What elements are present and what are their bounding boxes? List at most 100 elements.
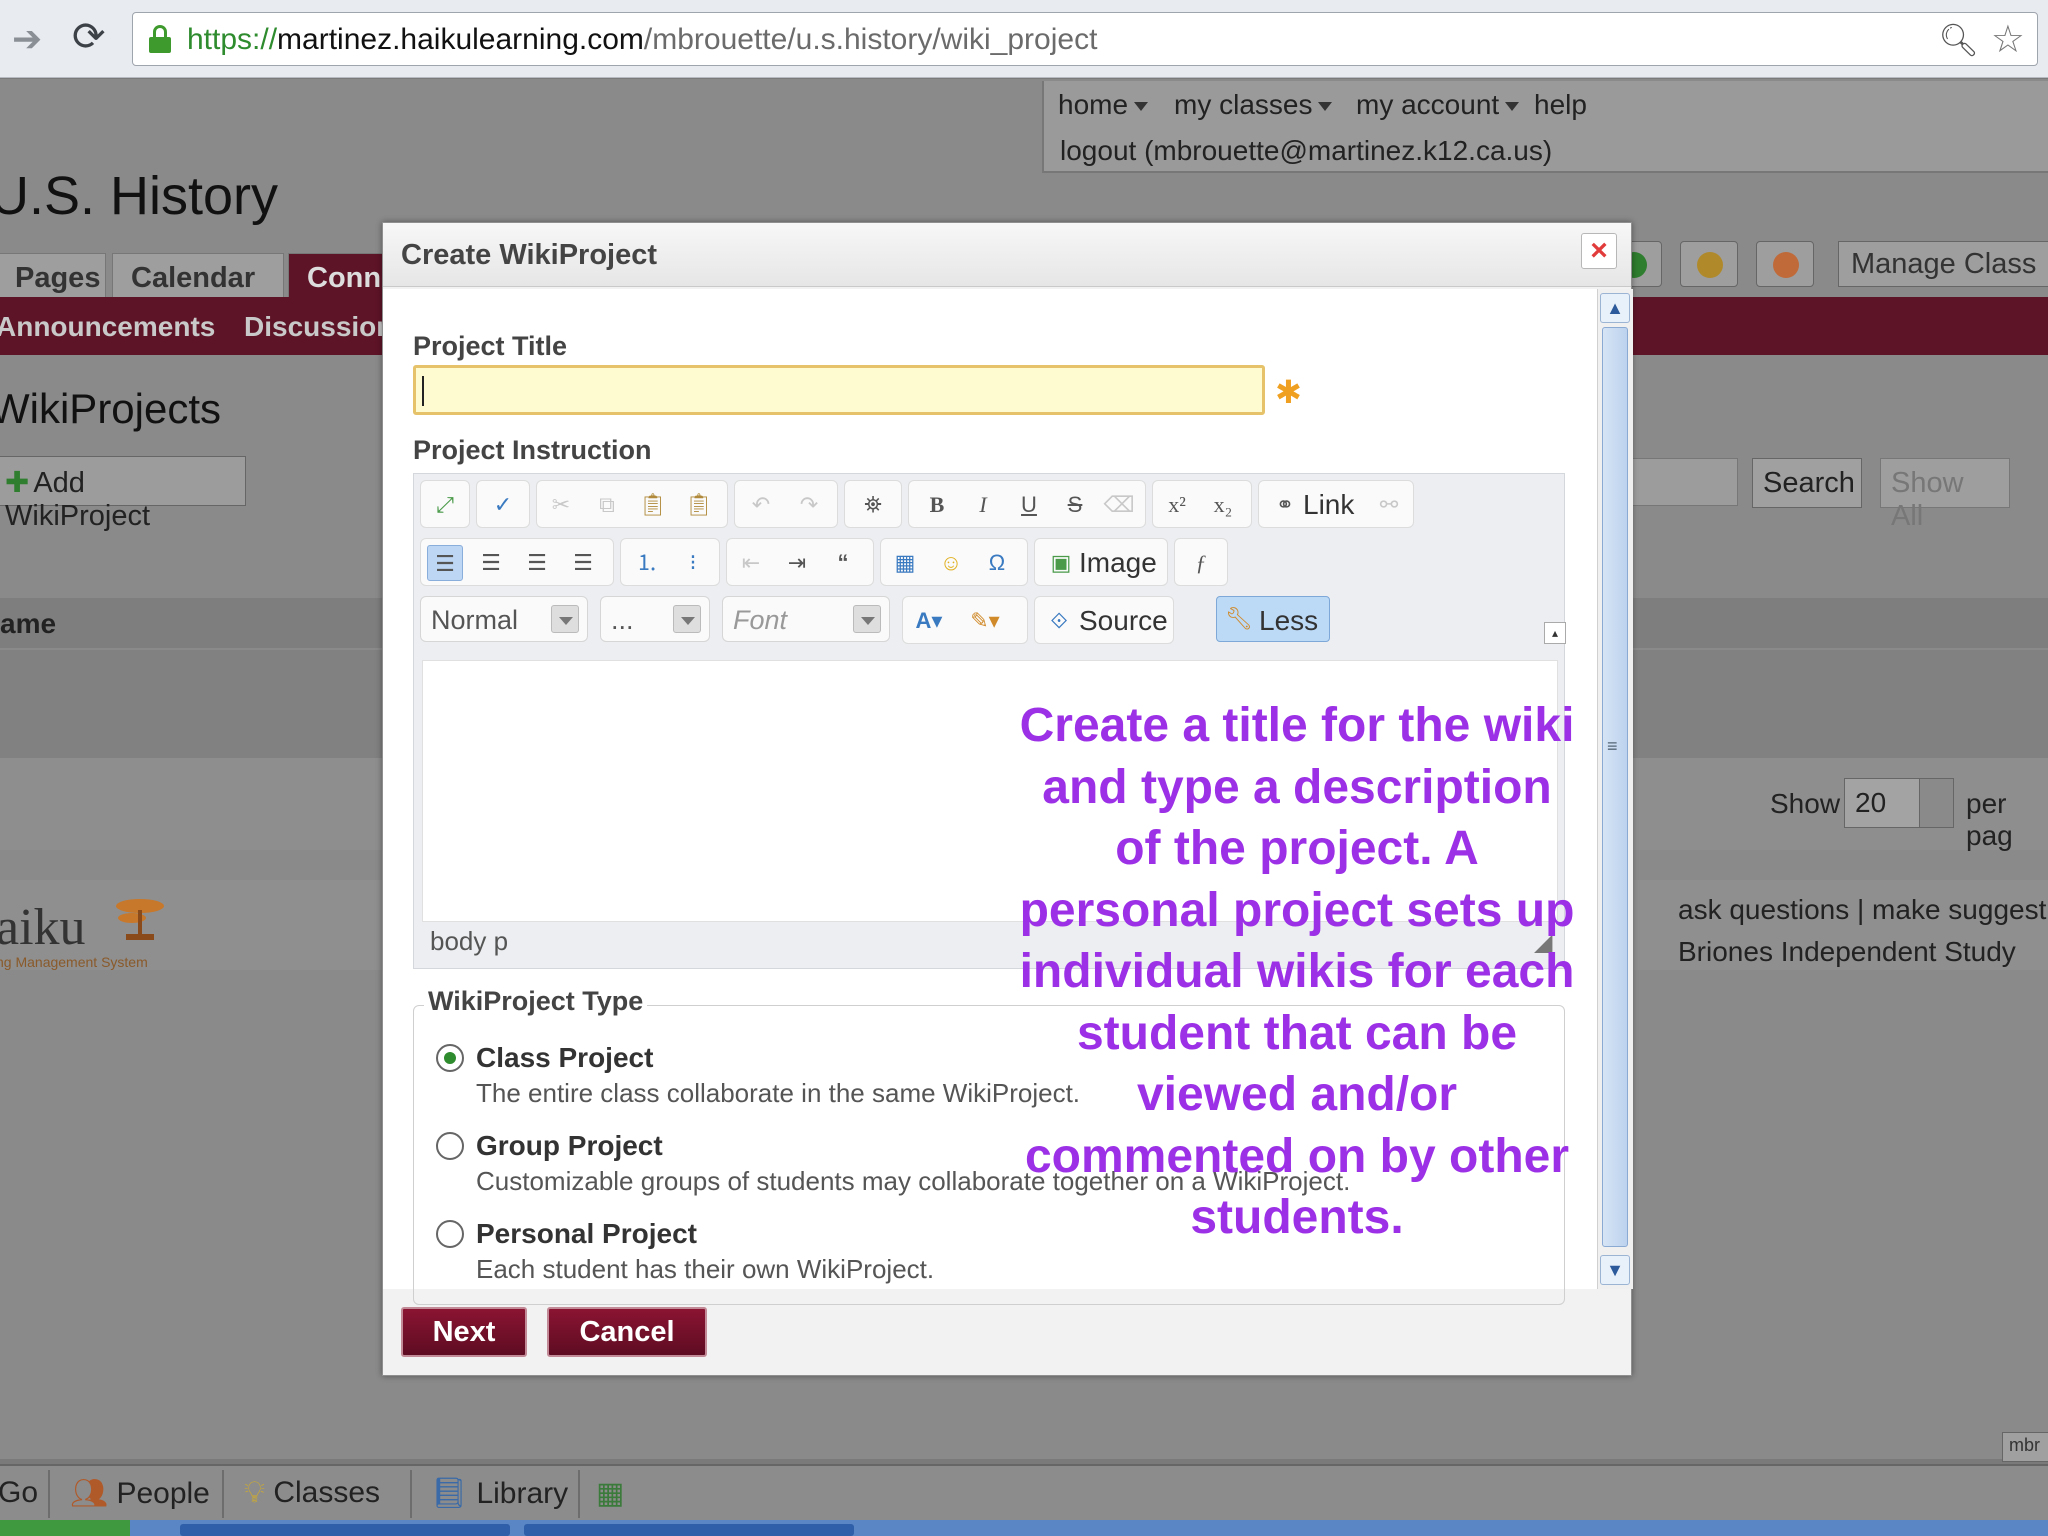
group-project-radio[interactable] xyxy=(436,1132,464,1160)
bottom-go[interactable]: Go xyxy=(0,1476,38,1510)
link-button[interactable]: Link xyxy=(1303,489,1354,521)
bg-show-all-button[interactable]: Show All xyxy=(1880,458,2010,532)
bottom-library[interactable]: 📘︎ Library xyxy=(430,1476,568,1511)
manage-class-button[interactable]: Manage Class xyxy=(1838,241,2048,287)
chevron-down-icon xyxy=(853,605,881,633)
less-button[interactable]: 🔧︎ Less xyxy=(1216,596,1330,642)
lock-icon xyxy=(149,25,171,53)
cancel-button[interactable]: Cancel xyxy=(547,1307,707,1357)
source-icon[interactable]: ⟐ xyxy=(1041,603,1077,639)
nav-my-classes[interactable]: my classes xyxy=(1174,89,1333,121)
table-icon[interactable]: ▦ xyxy=(887,545,923,581)
status-tab[interactable]: mbr xyxy=(2002,1432,2048,1462)
paste-text-icon[interactable]: 📋︎ xyxy=(681,487,717,523)
collapse-toolbar-icon[interactable]: ▴ xyxy=(1544,622,1566,644)
close-icon[interactable]: × xyxy=(1581,233,1617,269)
dialog-scrollbar[interactable]: ▲ ≡ ▼ xyxy=(1597,289,1633,1289)
blockquote-icon[interactable]: “ xyxy=(825,545,861,581)
personal-project-title[interactable]: Personal Project xyxy=(476,1218,697,1250)
bottom-classes[interactable]: 💡︎ Classes xyxy=(244,1476,380,1510)
search-icon[interactable]: 🔍︎ xyxy=(1938,21,1979,59)
toolbar-group: ↶ ↷ xyxy=(734,480,838,528)
font-select[interactable]: Font xyxy=(722,596,890,642)
font-size-select[interactable]: ... xyxy=(600,596,710,642)
bold-icon[interactable]: B xyxy=(919,487,955,523)
people-icon: 👥︎ xyxy=(70,1477,109,1510)
forward-icon[interactable]: ➔ xyxy=(12,18,42,60)
nav-home[interactable]: home xyxy=(1058,89,1149,121)
unlink-icon[interactable]: ⚯ xyxy=(1371,487,1407,523)
toolbar-group: ▦ ☺ Ω xyxy=(880,538,1028,586)
palette-icon[interactable] xyxy=(1756,241,1814,287)
align-center-icon[interactable]: ☰ xyxy=(473,545,509,581)
source-button[interactable]: Source xyxy=(1079,605,1168,637)
nav-help[interactable]: help xyxy=(1534,89,1587,121)
undo-icon[interactable]: ↶ xyxy=(743,487,779,523)
align-right-icon[interactable]: ☰ xyxy=(519,545,555,581)
scroll-down-icon[interactable]: ▼ xyxy=(1600,1255,1630,1285)
strikethrough-icon[interactable]: S xyxy=(1057,487,1093,523)
superscript-icon[interactable]: x² xyxy=(1159,487,1195,523)
taskbar-item[interactable] xyxy=(524,1524,854,1536)
group-project-title[interactable]: Group Project xyxy=(476,1130,663,1162)
per-page-select[interactable]: 20 xyxy=(1844,778,1954,828)
toolbar-group: ▣ Image xyxy=(1034,538,1168,586)
bottom-people[interactable]: 👥︎ People xyxy=(70,1476,210,1511)
justify-icon[interactable]: ☰ xyxy=(565,545,601,581)
personal-project-radio[interactable] xyxy=(436,1220,464,1248)
bg-search-button[interactable]: Search xyxy=(1752,458,1862,508)
nav-my-account[interactable]: my account xyxy=(1356,89,1520,121)
scroll-up-icon[interactable]: ▲ xyxy=(1600,293,1630,323)
class-project-title[interactable]: Class Project xyxy=(476,1042,653,1074)
redo-icon[interactable]: ↷ xyxy=(791,487,827,523)
formula-icon[interactable]: ƒ xyxy=(1183,545,1219,581)
class-project-radio[interactable] xyxy=(436,1044,464,1072)
next-button[interactable]: Next xyxy=(401,1307,527,1357)
toolbar-group: ⛯ xyxy=(844,480,902,528)
italic-icon[interactable]: I xyxy=(965,487,1001,523)
link-icon[interactable]: ⚭ xyxy=(1267,487,1303,523)
numbered-list-icon[interactable]: ⒈ xyxy=(629,545,665,581)
megaphone-icon[interactable] xyxy=(1680,241,1738,287)
toolbar-group: ✂ ⧉ 📋︎ 📋︎ xyxy=(536,480,728,528)
add-wikiproject-button[interactable]: ✚ Add WikiProject xyxy=(0,456,246,532)
image-icon[interactable]: ▣ xyxy=(1043,545,1079,581)
bg-search-input[interactable] xyxy=(1630,458,1738,506)
bookmark-star-icon[interactable]: ☆ xyxy=(1991,17,2025,62)
underline-icon[interactable]: U xyxy=(1011,487,1047,523)
start-button[interactable] xyxy=(0,1520,130,1536)
reload-icon[interactable]: ⟳ xyxy=(72,14,106,60)
toolbar-group: ⚭ Link ⚯ xyxy=(1258,480,1414,528)
address-bar[interactable]: https://martinez.haikulearning.com/mbrou… xyxy=(132,12,2038,66)
taskbar-item[interactable] xyxy=(180,1524,510,1536)
smiley-icon[interactable]: ☺ xyxy=(933,545,969,581)
tab-pages[interactable]: Pages xyxy=(0,253,106,299)
background-color-icon[interactable]: ✎▾ xyxy=(967,603,1003,639)
align-left-icon[interactable]: ☰ xyxy=(427,545,463,581)
tab-calendar[interactable]: Calendar xyxy=(112,253,284,299)
indent-icon[interactable]: ⇥ xyxy=(779,545,815,581)
format-select[interactable]: Normal xyxy=(420,596,588,642)
chevron-down-icon xyxy=(1919,779,1953,827)
bulleted-list-icon[interactable]: ⁝ xyxy=(675,545,711,581)
outdent-icon[interactable]: ⇤ xyxy=(733,545,769,581)
footer-links[interactable]: ask questions | make suggest xyxy=(1678,894,2046,926)
cut-icon[interactable]: ✂ xyxy=(543,487,579,523)
paste-icon[interactable]: 📋︎ xyxy=(635,487,671,523)
subscript-icon[interactable]: x₂ xyxy=(1205,487,1241,523)
logout-link[interactable]: logout (mbrouette@martinez.k12.ca.us) xyxy=(1060,135,1552,167)
spellcheck-icon[interactable]: ✓ xyxy=(485,487,521,523)
scroll-thumb[interactable] xyxy=(1602,327,1628,1247)
special-char-icon[interactable]: Ω xyxy=(979,545,1015,581)
google-apps-icon[interactable]: ▦ xyxy=(596,1476,624,1511)
subnav-discussions[interactable]: Discussion xyxy=(244,311,393,343)
find-icon[interactable]: ⛯ xyxy=(855,487,891,523)
toolbar-group: ⟐ Source xyxy=(1034,596,1174,644)
copy-icon[interactable]: ⧉ xyxy=(589,487,625,523)
subnav-announcements[interactable]: Announcements xyxy=(0,311,215,343)
maximize-icon[interactable]: ⤢ xyxy=(427,487,463,523)
text-color-icon[interactable]: A▾ xyxy=(911,603,947,639)
remove-format-icon[interactable]: ⌫ xyxy=(1101,487,1137,523)
project-title-input[interactable] xyxy=(413,365,1265,415)
image-button[interactable]: Image xyxy=(1079,547,1157,579)
